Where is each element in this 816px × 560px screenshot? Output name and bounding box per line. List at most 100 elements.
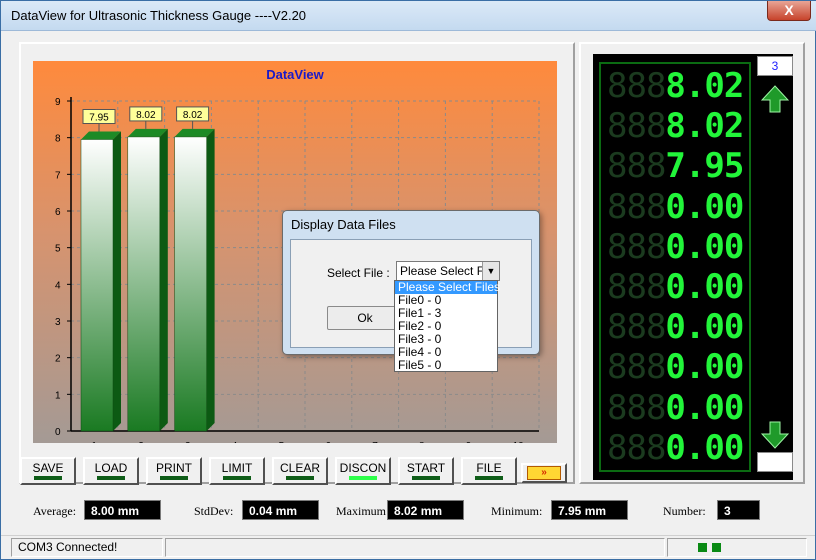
y-tick-label: 4 (55, 280, 61, 291)
print-button[interactable]: PRINT (146, 457, 202, 485)
status-text: COM3 Connected! (11, 538, 163, 557)
file-option[interactable]: File5 - 0 (395, 359, 497, 372)
data-label: 7.95 (89, 113, 109, 124)
digit-ghost: 888 (607, 427, 666, 468)
ok-button[interactable]: Ok (327, 306, 403, 330)
save-button[interactable]: SAVE (20, 457, 76, 485)
x-tick-label: 8 (419, 441, 425, 443)
status-bar: COM3 Connected! (1, 535, 815, 559)
digit-value: 0.00 (665, 186, 744, 227)
digit-value: 8.02 (665, 106, 744, 147)
digit-readout-row: 8887.95 (607, 148, 747, 184)
x-tick-label: 9 (466, 441, 472, 443)
maximum-value: 8.02 mm (387, 500, 464, 520)
button-label: START (406, 461, 446, 475)
y-tick-label: 2 (55, 354, 61, 365)
digit-value: 0.00 (665, 267, 744, 307)
app-window: DataView for Ultrasonic Thickness Gauge … (0, 0, 816, 560)
minimum-value: 7.95 mm (551, 500, 628, 520)
digit-ghost: 888 (607, 226, 666, 267)
button-label: CLEAR (279, 461, 320, 475)
title-bar[interactable]: DataView for Ultrasonic Thickness Gauge … (1, 1, 816, 31)
counter-top-field[interactable]: 3 (757, 56, 793, 76)
x-tick-label: 10 (513, 441, 525, 443)
digit-readout-row: 8880.00 (607, 229, 747, 265)
average-value: 8.00 mm (84, 500, 161, 520)
data-label: 8.02 (136, 110, 156, 121)
button-indicator (286, 476, 314, 480)
number-value: 3 (717, 500, 760, 520)
button-indicator (412, 476, 440, 480)
load-button[interactable]: LOAD (83, 457, 139, 485)
digit-ghost: 888 (607, 267, 666, 307)
data-label: 8.02 (183, 110, 203, 121)
digit-readout-row: 8880.00 (607, 309, 747, 345)
button-label: PRINT (156, 461, 192, 475)
minimum-label: Minimum: (491, 504, 543, 518)
button-indicator (97, 476, 125, 480)
digit-readout-row: 8880.00 (607, 189, 747, 225)
button-label: SAVE (32, 461, 64, 475)
stddev-label: StdDev: (194, 504, 234, 518)
status-led-icon (712, 543, 721, 552)
x-tick-label: 2 (138, 441, 144, 443)
y-tick-label: 7 (55, 170, 61, 181)
double-chevron-icon: » (527, 466, 561, 480)
digit-ghost: 888 (607, 146, 666, 187)
digit-ghost: 888 (607, 387, 666, 428)
start-button[interactable]: START (398, 457, 454, 485)
digit-value: 0.00 (665, 387, 744, 428)
close-button[interactable]: X (767, 1, 811, 21)
bar-side (206, 128, 215, 431)
arrow-down-icon[interactable] (761, 420, 789, 450)
button-indicator (34, 476, 62, 480)
arrow-up-icon[interactable] (761, 84, 789, 114)
x-tick-label: 7 (372, 441, 378, 443)
clear-button[interactable]: CLEAR (272, 457, 328, 485)
chevron-down-icon[interactable]: ▼ (482, 262, 499, 280)
status-pane-leds (667, 538, 807, 557)
bar-side (159, 128, 168, 431)
button-indicator (349, 476, 377, 480)
limit-button[interactable]: LIMIT (209, 457, 265, 485)
x-tick-label: 6 (325, 441, 331, 443)
x-tick-label: 3 (185, 441, 191, 443)
file-button[interactable]: FILE (461, 457, 517, 485)
bar-side (113, 131, 121, 431)
more-button[interactable]: » (521, 463, 567, 483)
x-tick-label: 1 (91, 441, 97, 443)
digit-readout-row: 8888.02 (607, 68, 747, 104)
button-indicator (475, 476, 503, 480)
status-pane-empty (165, 538, 665, 557)
digit-display-panel: 8888.02 8888.02 8887.95 8880.00 8880.00 8880.… (593, 54, 793, 480)
discon-button[interactable]: DISCON (335, 457, 391, 485)
digit-readout-row: 8880.00 (607, 430, 747, 466)
y-tick-label: 9 (55, 97, 61, 108)
window-title: DataView for Ultrasonic Thickness Gauge … (11, 8, 307, 23)
file-dropdown-list: Please Select Files File0 - 0 File1 - 3 Fil… (394, 280, 500, 372)
button-indicator (160, 476, 188, 480)
stddev-value: 0.04 mm (242, 500, 319, 520)
bar (127, 136, 161, 432)
y-tick-label: 1 (55, 390, 61, 401)
button-label: LOAD (94, 461, 128, 475)
y-tick-label: 3 (55, 317, 61, 328)
y-tick-label: 5 (55, 244, 61, 255)
digit-value: 8.02 (665, 66, 744, 106)
digit-ghost: 888 (607, 106, 666, 147)
digit-ghost: 888 (607, 347, 666, 388)
digit-ghost: 888 (607, 186, 666, 227)
digit-value: 0.00 (665, 427, 744, 468)
digit-readout-row: 8880.00 (607, 349, 747, 385)
digit-value: 7.95 (665, 146, 744, 187)
digit-ghost: 888 (607, 66, 666, 106)
digit-ghost: 888 (607, 307, 666, 348)
digit-value: 0.00 (665, 347, 744, 388)
number-label: Number: (663, 504, 706, 518)
counter-bottom-field[interactable] (757, 452, 793, 472)
bar (174, 136, 207, 432)
digit-value: 0.00 (665, 226, 744, 267)
status-led-icon (698, 543, 707, 552)
average-label: Average: (33, 504, 77, 518)
digit-readout-row: 8880.00 (607, 390, 747, 426)
